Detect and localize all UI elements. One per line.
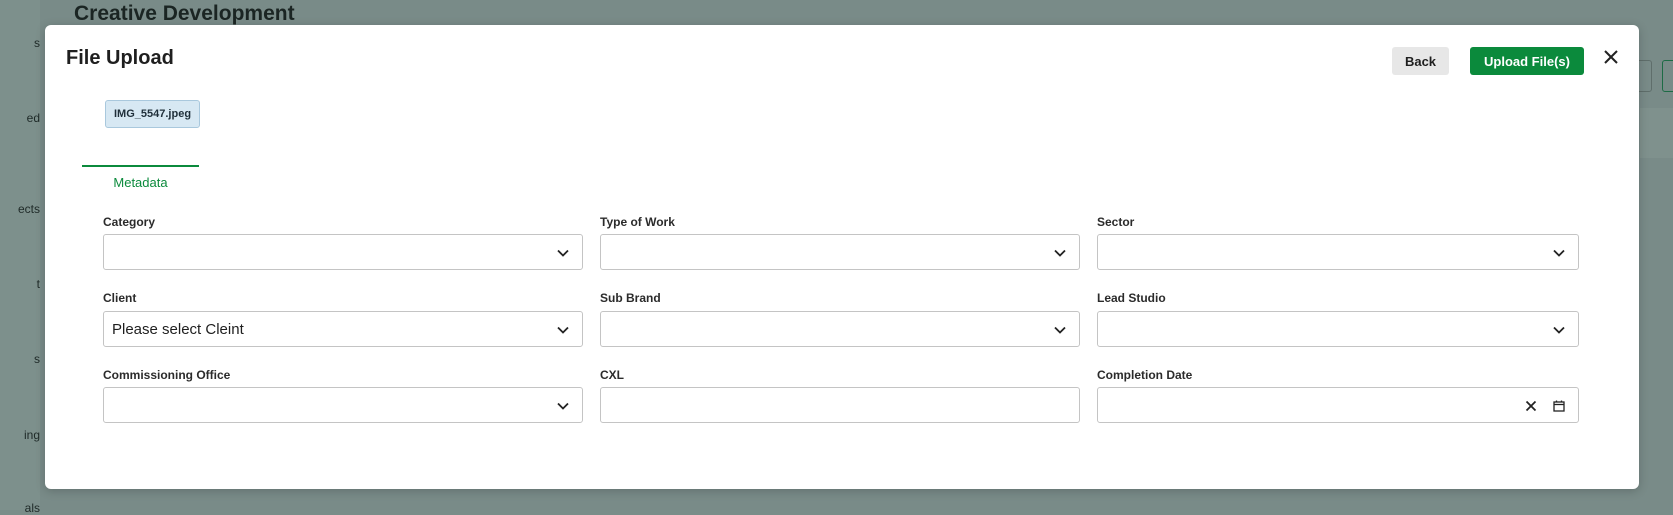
calendar-icon[interactable]	[1552, 399, 1566, 413]
client-select[interactable]: Please select Cleint	[103, 311, 583, 347]
sidebar-item[interactable]: s	[0, 352, 40, 366]
commissioning-office-label: Commissioning Office	[103, 368, 231, 382]
chevron-down-icon	[557, 326, 569, 334]
close-icon[interactable]	[1600, 46, 1622, 68]
page-title: Creative Development	[74, 2, 295, 25]
file-chip: IMG_5547.jpeg	[105, 100, 201, 128]
back-button[interactable]: Back	[1392, 47, 1449, 75]
sidebar-item[interactable]: s	[0, 36, 40, 50]
sub-brand-label: Sub Brand	[600, 291, 661, 305]
lead-studio-select[interactable]	[1097, 311, 1579, 347]
type-of-work-select[interactable]	[600, 234, 1080, 270]
chevron-down-icon	[1054, 249, 1066, 257]
sidebar-item[interactable]: als	[0, 501, 40, 515]
client-value: Please select Cleint	[112, 321, 244, 338]
completion-date-label: Completion Date	[1097, 368, 1193, 382]
type-of-work-label: Type of Work	[600, 215, 675, 229]
chevron-down-icon	[557, 402, 569, 410]
upload-files-button[interactable]: Upload File(s)	[1470, 47, 1584, 75]
chevron-down-icon	[1054, 326, 1066, 334]
category-select[interactable]	[103, 234, 583, 270]
sidebar-item[interactable]: ects	[0, 202, 40, 216]
sub-brand-select[interactable]	[600, 311, 1080, 347]
toolbar-button[interactable]	[1662, 60, 1673, 92]
clear-icon[interactable]	[1524, 399, 1538, 413]
chevron-down-icon	[1553, 249, 1565, 257]
cxl-label: CXL	[600, 368, 624, 382]
sidebar-item[interactable]: ed	[0, 111, 40, 125]
category-label: Category	[103, 215, 156, 229]
tab-metadata[interactable]: Metadata	[82, 165, 199, 199]
chevron-down-icon	[1553, 326, 1565, 334]
sidebar-item[interactable]: ing	[0, 428, 40, 442]
sidebar-item[interactable]: t	[0, 277, 40, 291]
completion-date-input[interactable]	[1097, 387, 1579, 423]
lead-studio-label: Lead Studio	[1097, 291, 1166, 305]
sector-label: Sector	[1097, 215, 1135, 229]
modal-title: File Upload	[66, 47, 174, 69]
commissioning-office-select[interactable]	[103, 387, 583, 423]
table-row	[1640, 108, 1673, 158]
file-upload-modal: File Upload Back Upload File(s) IMG_5547…	[45, 25, 1639, 489]
cxl-input[interactable]	[600, 387, 1080, 423]
sector-select[interactable]	[1097, 234, 1579, 270]
client-label: Client	[103, 291, 137, 305]
chevron-down-icon	[557, 249, 569, 257]
sidebar: s ed ects t s ing als	[0, 0, 40, 515]
